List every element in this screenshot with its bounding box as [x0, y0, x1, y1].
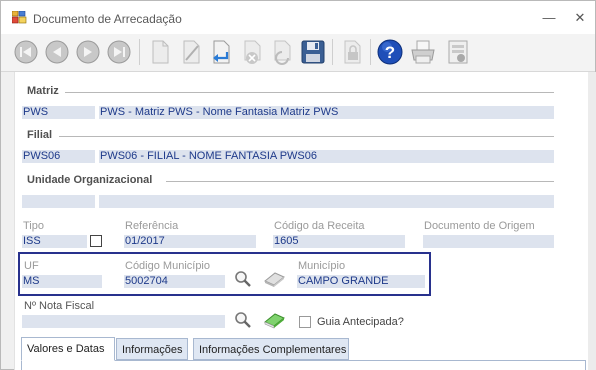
save-icon[interactable]: [299, 38, 327, 66]
documento-origem-label: Documento de Origem: [424, 220, 535, 232]
uf-field[interactable]: MS: [22, 275, 102, 288]
lock-icon[interactable]: [338, 38, 366, 66]
first-record-icon[interactable]: [12, 38, 40, 66]
uf-label: UF: [24, 260, 39, 272]
tipo-label: Tipo: [23, 220, 44, 232]
nota-fiscal-label: Nº Nota Fiscal: [24, 300, 95, 312]
filial-name-field: PWS06 - FILIAL - NOME FANTASIA PWS06: [99, 150, 554, 163]
tab-informacoes[interactable]: Informações: [116, 338, 188, 360]
unidade-name-field: [99, 195, 554, 208]
matriz-code-field[interactable]: PWS: [22, 106, 95, 119]
guia-antecipada-checkbox[interactable]: [299, 316, 311, 328]
codigo-receita-field[interactable]: 1605: [273, 235, 405, 248]
toolbar-separator: [332, 39, 333, 65]
minimize-button[interactable]: —: [539, 9, 559, 27]
search-icon[interactable]: [233, 311, 255, 329]
toolbar-separator: [139, 39, 140, 65]
window-title: Documento de Arrecadação: [33, 12, 182, 26]
tab-valores-e-datas[interactable]: Valores e Datas: [21, 337, 115, 361]
nota-fiscal-field[interactable]: [22, 315, 225, 328]
report-icon[interactable]: [444, 38, 472, 66]
documento-origem-field[interactable]: [423, 235, 554, 248]
app-icon: [11, 10, 27, 24]
codigo-municipio-field[interactable]: 5002704: [124, 275, 225, 288]
tab-panel: [21, 360, 586, 370]
referencia-field[interactable]: 01/2017: [124, 235, 256, 248]
tipo-field[interactable]: ISS: [22, 235, 87, 248]
toolbar-separator: [370, 39, 371, 65]
close-button[interactable]: ✕: [570, 9, 590, 27]
matriz-name-field: PWS - Matriz PWS - Nome Fantasia Matriz …: [99, 106, 554, 119]
search-icon[interactable]: [233, 270, 255, 288]
delete-icon[interactable]: [238, 38, 266, 66]
toolbar: ?: [1, 34, 595, 72]
title-bar: Documento de Arrecadação — ✕: [1, 1, 595, 34]
municipio-label: Município: [298, 260, 346, 272]
section-divider: [65, 92, 554, 93]
print-icon[interactable]: [409, 38, 437, 66]
new-document-icon[interactable]: [146, 38, 174, 66]
undo-icon[interactable]: [207, 38, 235, 66]
filial-code-field[interactable]: PWS06: [22, 150, 95, 163]
section-divider: [59, 136, 554, 137]
matriz-section-label: Matriz: [27, 85, 59, 97]
codigo-municipio-label: Código Município: [125, 260, 210, 272]
svg-text:?: ?: [385, 43, 395, 62]
guia-antecipada-label: Guia Antecipada?: [317, 316, 404, 328]
highlight-box: [18, 252, 431, 296]
refresh-icon[interactable]: [268, 38, 296, 66]
municipio-field: CAMPO GRANDE: [297, 275, 425, 288]
filial-section-label: Filial: [27, 129, 53, 141]
edit-icon[interactable]: [177, 38, 205, 66]
next-record-icon[interactable]: [74, 38, 102, 66]
previous-record-icon[interactable]: [43, 38, 71, 66]
eraser-icon[interactable]: [263, 311, 285, 329]
referencia-label: Referência: [125, 220, 179, 232]
scrollbar-track[interactable]: [588, 72, 596, 370]
document-window: Documento de Arrecadação — ✕ ? Matriz PW…: [0, 0, 596, 370]
section-divider: [166, 181, 554, 182]
tipo-checkbox[interactable]: [90, 235, 102, 247]
unidade-code-field[interactable]: [22, 195, 95, 208]
unidade-section-label: Unidade Organizacional: [27, 174, 153, 186]
codigo-receita-label: Código da Receita: [274, 220, 365, 232]
last-record-icon[interactable]: [105, 38, 133, 66]
tab-informacoes-complementares[interactable]: Informações Complementares: [193, 338, 349, 360]
eraser-icon[interactable]: [263, 270, 285, 288]
help-icon[interactable]: ?: [376, 38, 404, 66]
